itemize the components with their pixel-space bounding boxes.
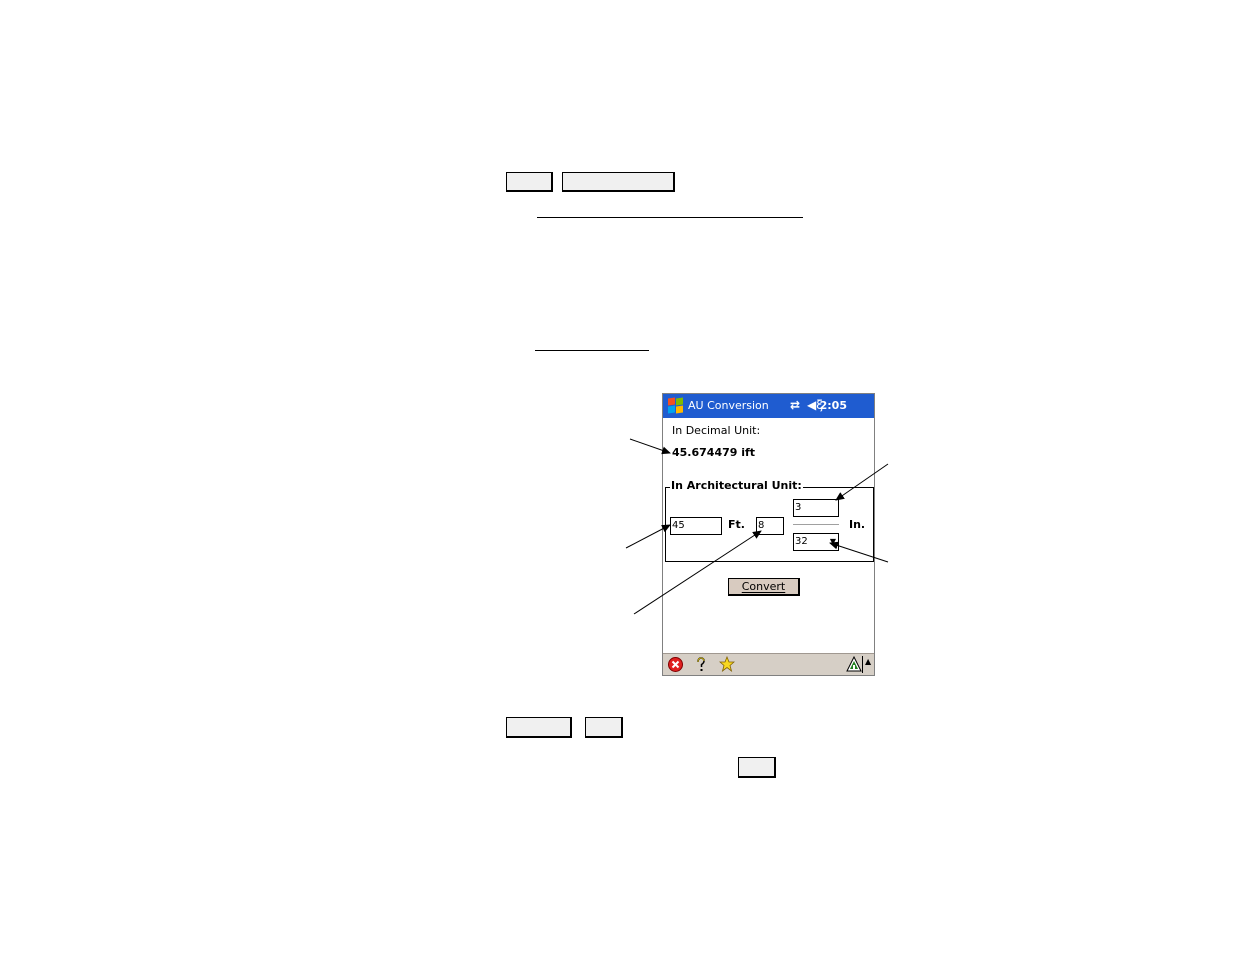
feet-input-text[interactable] [672, 518, 721, 533]
convert-button-label: Convert [741, 580, 786, 593]
doc-button-blank-4[interactable] [585, 717, 623, 738]
windows-start-icon[interactable] [667, 397, 684, 414]
taskbar-divider [862, 656, 863, 673]
favorites-icon[interactable] [719, 656, 735, 672]
doc-underline-2 [535, 350, 649, 351]
device-window: AU Conversion ⇄ ◀ξ 2:05 In Decimal Unit:… [662, 393, 875, 676]
architectural-unit-label: In Architectural Unit: [670, 479, 803, 492]
convert-button[interactable]: Convert [728, 578, 800, 596]
denominator-value: 32 [795, 536, 808, 547]
doc-button-blank-3[interactable] [506, 717, 572, 738]
doc-button-blank-5[interactable] [738, 757, 776, 778]
doc-underline-1 [537, 217, 803, 218]
sync-icon[interactable]: ⇄ [790, 398, 800, 412]
decimal-unit-label: In Decimal Unit: [672, 424, 761, 437]
decimal-unit-value: 45.674479 ift [672, 446, 756, 459]
inches-input-text[interactable] [758, 518, 783, 533]
close-icon[interactable] [668, 657, 683, 672]
fraction-bar [793, 524, 839, 525]
clock[interactable]: 2:05 [820, 399, 847, 412]
help-icon[interactable] [695, 657, 707, 672]
numerator-input[interactable] [793, 499, 839, 517]
feet-label: Ft. [728, 518, 745, 531]
title-bar: AU Conversion ⇄ ◀ξ 2:05 [663, 394, 874, 418]
input-panel-icon[interactable] [846, 656, 862, 672]
numerator-input-text[interactable] [795, 500, 838, 515]
callout-arrows [625, 438, 889, 615]
taskbar: ▲ [663, 653, 874, 675]
inches-input[interactable] [756, 517, 784, 535]
denominator-select[interactable]: 32 ▼ [793, 533, 839, 551]
doc-button-blank-2[interactable] [562, 172, 675, 192]
feet-input[interactable] [670, 517, 722, 535]
inches-label: In. [849, 518, 866, 531]
up-arrow-icon[interactable]: ▲ [865, 657, 871, 666]
app-title: AU Conversion [688, 399, 769, 412]
chevron-down-icon[interactable]: ▼ [830, 534, 836, 549]
doc-button-blank-1[interactable] [506, 172, 553, 192]
